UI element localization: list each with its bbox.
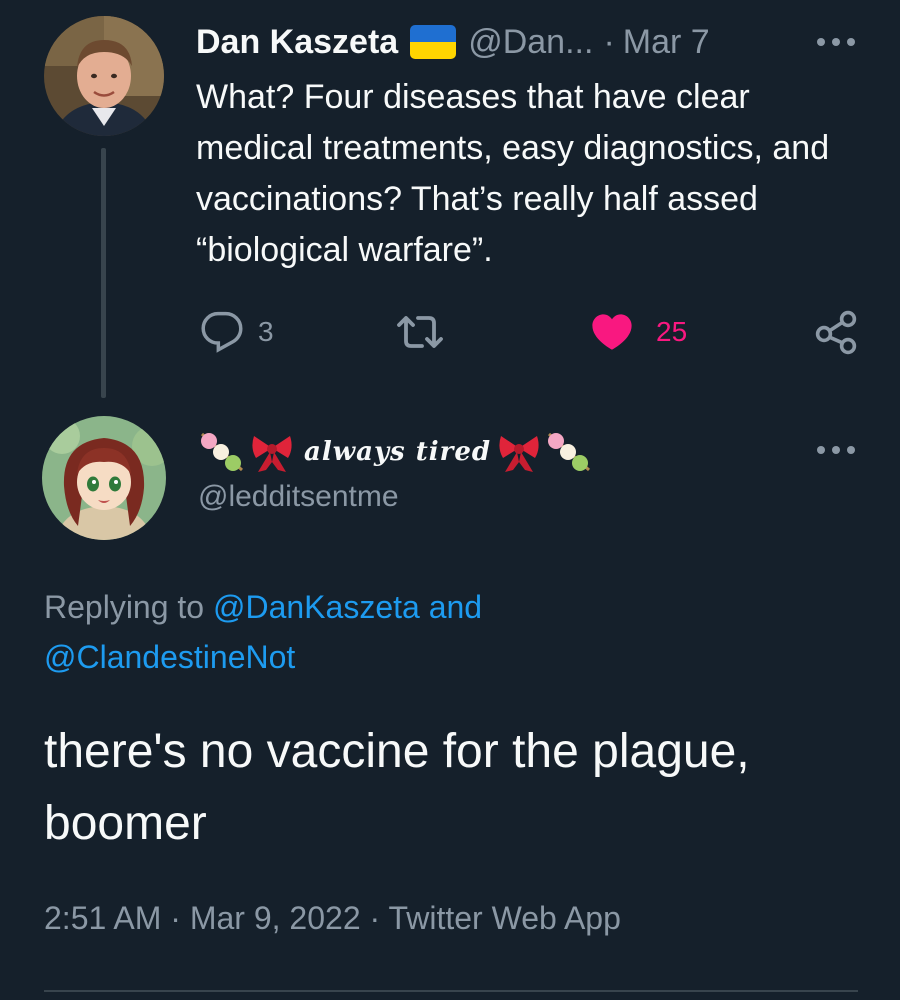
- avatar-ledditsentme[interactable]: [42, 416, 166, 540]
- replying-to-label: Replying to: [44, 589, 205, 625]
- mention-link[interactable]: @DanKaszeta: [213, 589, 420, 625]
- parent-tweet-header: Dan Kaszeta @Dan... · Mar 7: [196, 20, 710, 64]
- meta-separator: ·: [369, 900, 381, 936]
- header-separator: ·: [603, 22, 615, 61]
- author-handle[interactable]: @Dan...: [468, 23, 593, 62]
- avatar-dan-kaszeta[interactable]: [44, 16, 164, 136]
- replying-to-line: Replying to @DanKaszeta and @Clandestine…: [44, 582, 864, 682]
- mention-link[interactable]: @ClandestineNot: [44, 639, 295, 675]
- dango-icon: [196, 428, 248, 476]
- reply-button[interactable]: 3: [200, 310, 274, 354]
- divider: [44, 990, 858, 992]
- tweet-date[interactable]: Mar 7: [623, 23, 710, 62]
- retweet-icon: [397, 316, 443, 348]
- mention-conjunction: and: [428, 589, 483, 625]
- reply-handle[interactable]: @ledditsentme: [198, 480, 399, 514]
- tweet-thread: Dan Kaszeta @Dan... · Mar 7 What? Four d…: [0, 0, 900, 1000]
- like-button[interactable]: 25: [590, 310, 687, 354]
- ribbon-icon: [248, 428, 296, 476]
- reply-tweet-text: there's no vaccine for the plague, boome…: [44, 725, 750, 850]
- ukraine-flag-icon: [410, 25, 457, 59]
- heart-icon: [592, 314, 632, 350]
- share-button[interactable]: [812, 308, 860, 356]
- tweet-metadata: 2:51 AM · Mar 9, 2022 · Twitter Web App: [44, 900, 621, 937]
- share-icon: [815, 310, 857, 355]
- tweet-time[interactable]: 2:51 AM: [44, 900, 161, 936]
- dango-icon: [543, 428, 595, 476]
- meta-separator: ·: [170, 900, 181, 936]
- parent-tweet-text: What? Four diseases that have clear medi…: [196, 78, 830, 269]
- like-count: 25: [656, 316, 688, 347]
- reply-icon: [201, 311, 243, 353]
- reply-count: 3: [258, 316, 274, 347]
- ribbon-icon: [495, 428, 543, 476]
- more-options-icon[interactable]: [817, 444, 855, 456]
- reply-display-name[interactable]: always tired: [196, 424, 595, 480]
- more-options-icon[interactable]: [817, 36, 855, 48]
- author-name[interactable]: Dan Kaszeta: [196, 23, 398, 62]
- tweet-source[interactable]: Twitter Web App: [388, 900, 620, 936]
- display-name-text: always tired: [304, 437, 492, 467]
- thread-connector-line: [101, 148, 106, 398]
- retweet-button[interactable]: [396, 310, 458, 354]
- tweet-full-date[interactable]: Mar 9, 2022: [190, 900, 361, 936]
